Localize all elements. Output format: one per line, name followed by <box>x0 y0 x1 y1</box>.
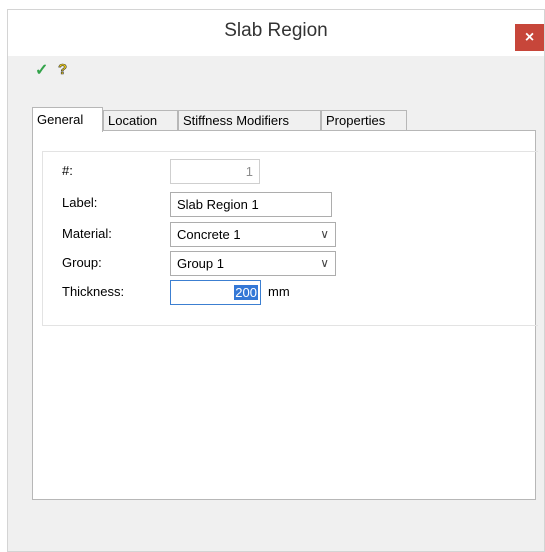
chevron-down-icon: ∨ <box>320 256 329 270</box>
thickness-input[interactable]: 200 <box>170 280 261 305</box>
close-icon: × <box>524 28 535 46</box>
group-select[interactable]: Group 1 ∨ <box>170 251 336 276</box>
chevron-down-icon: ∨ <box>320 227 329 241</box>
label-input[interactable]: Slab Region 1 <box>170 192 332 217</box>
dialog-title: Slab Region <box>224 20 328 41</box>
thickness-value: 200 <box>234 285 258 300</box>
tab-properties[interactable]: Properties <box>321 110 407 131</box>
label-label: Label: <box>62 195 98 210</box>
close-button[interactable]: × <box>515 24 544 51</box>
tab-location[interactable]: Location <box>103 110 178 131</box>
group-label: Group: <box>62 255 102 270</box>
thickness-unit: mm <box>268 284 290 299</box>
material-label: Material: <box>62 226 112 241</box>
tab-general[interactable]: General <box>32 107 103 132</box>
title-bar: Slab Region × <box>8 10 544 56</box>
checkmark-icon[interactable]: ✓ <box>35 63 48 79</box>
general-tab-panel: #: 1 Label: Slab Region 1 Material: Conc… <box>32 130 538 500</box>
group-value: Group 1 <box>177 256 224 271</box>
tab-stiffness-modifiers[interactable]: Stiffness Modifiers <box>178 110 321 131</box>
thickness-label: Thickness: <box>62 284 125 299</box>
number-field: 1 <box>170 159 260 184</box>
number-label: #: <box>62 163 73 178</box>
material-value: Concrete 1 <box>177 227 241 242</box>
material-select[interactable]: Concrete 1 ∨ <box>170 222 336 247</box>
general-group-box: #: 1 Label: Slab Region 1 Material: Conc… <box>42 151 538 326</box>
help-icon[interactable]: ? <box>58 61 68 78</box>
